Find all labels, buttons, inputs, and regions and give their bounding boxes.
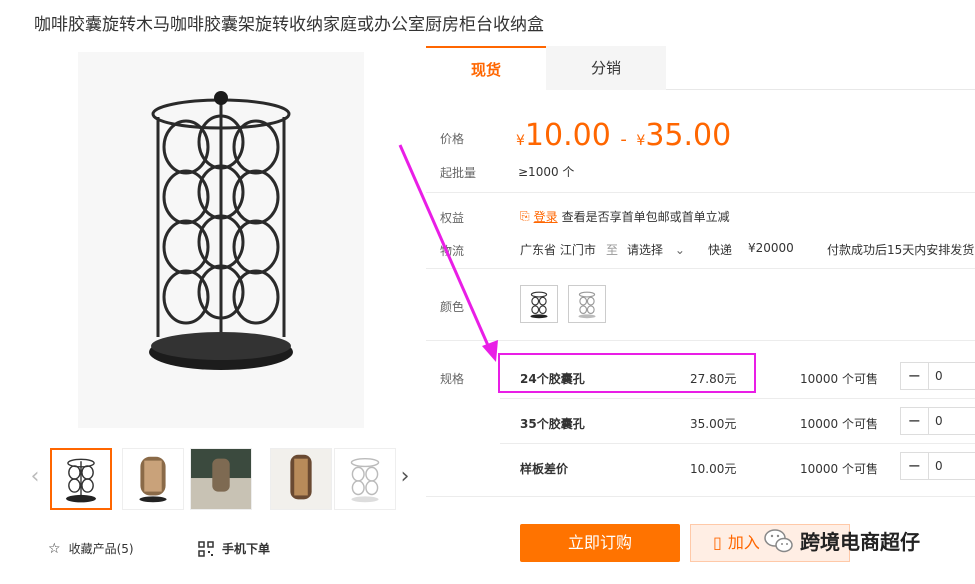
spec-row-1-stock: 10000 个可售 bbox=[800, 372, 878, 386]
thumbnail-5[interactable] bbox=[334, 448, 396, 510]
spec-row-2-price: 35.00元 bbox=[690, 417, 737, 431]
annotation-highlight-box bbox=[498, 353, 756, 393]
quantity-input[interactable]: 0 bbox=[929, 363, 975, 389]
divider bbox=[500, 398, 975, 399]
chevron-down-icon: ⌄ bbox=[674, 243, 685, 257]
watermark: 跨境电商超仔 bbox=[764, 526, 920, 555]
delivery-time: 付款成功后15天内安排发货 bbox=[827, 243, 975, 257]
coupon-icon: ⎘ bbox=[520, 209, 530, 223]
quantity-input[interactable]: 0 bbox=[929, 453, 975, 479]
ship-origin: 广东省 江门市 bbox=[520, 243, 596, 257]
minus-button[interactable]: − bbox=[901, 408, 929, 434]
mobile-order[interactable]: 手机下单 bbox=[198, 540, 270, 557]
thumbnail-2[interactable] bbox=[122, 448, 184, 510]
spec-row-3-price: 10.00元 bbox=[690, 462, 737, 476]
wechat-icon bbox=[764, 528, 793, 552]
thumb-prev-arrow[interactable]: ‹ bbox=[28, 464, 42, 490]
mobile-order-label: 手机下单 bbox=[222, 542, 271, 556]
annotation-arrow bbox=[398, 144, 498, 362]
destination-select[interactable]: 请选择 ⌄ bbox=[627, 241, 685, 258]
quantity-input[interactable]: 0 bbox=[929, 408, 975, 434]
spec-row-3-name: 样板差价 bbox=[520, 462, 569, 476]
divider bbox=[426, 496, 975, 497]
login-link[interactable]: 登录 bbox=[534, 208, 558, 225]
currency-symbol: ¥ bbox=[516, 133, 525, 149]
moq-value: ≥1000 个 bbox=[518, 165, 575, 179]
ship-fee: ¥20000 bbox=[748, 241, 794, 255]
tab-distribution[interactable]: 分销 bbox=[546, 46, 666, 90]
thumbnail-1[interactable] bbox=[50, 448, 112, 510]
offer-tabs: 现货 分销 bbox=[426, 46, 975, 91]
price-range: ¥10.00 - ¥35.00 bbox=[516, 118, 731, 153]
spec-row-2-name: 35个胶囊孔 bbox=[520, 417, 585, 431]
thumb-next-arrow[interactable]: › bbox=[398, 464, 412, 490]
tab-spot[interactable]: 现货 bbox=[426, 46, 546, 91]
rights-info: ⎘ 登录 查看是否享首单包邮或首单立减 bbox=[520, 208, 730, 225]
thumbnail-3[interactable] bbox=[190, 448, 252, 510]
favorite-product[interactable]: ☆ 收藏产品(5) bbox=[48, 540, 134, 557]
star-icon: ☆ bbox=[48, 540, 61, 557]
minus-button[interactable]: − bbox=[901, 363, 929, 389]
price-low: 10.00 bbox=[524, 118, 611, 153]
quantity-stepper[interactable]: − 0 bbox=[900, 452, 975, 480]
spec-row-3-stock: 10000 个可售 bbox=[800, 462, 878, 476]
color-swatch-black[interactable] bbox=[520, 285, 558, 323]
ship-to: 至 bbox=[606, 243, 619, 257]
price-separator: - bbox=[620, 129, 627, 150]
carousel-rack-illustration bbox=[149, 91, 293, 370]
ship-method: 快递 bbox=[708, 243, 733, 257]
thumbnail-4[interactable] bbox=[270, 448, 332, 510]
favorite-label: 收藏产品(5) bbox=[68, 542, 134, 556]
add-to-cart-label: 加入 bbox=[727, 533, 760, 552]
watermark-text: 跨境电商超仔 bbox=[800, 530, 920, 554]
price-high: 35.00 bbox=[645, 118, 732, 153]
rights-text: 查看是否享首单包邮或首单立减 bbox=[561, 210, 730, 224]
color-swatch-silver[interactable] bbox=[568, 285, 606, 323]
quantity-stepper[interactable]: − 0 bbox=[900, 362, 975, 390]
clipboard-icon: ▯ bbox=[713, 533, 722, 552]
quantity-stepper[interactable]: − 0 bbox=[900, 407, 975, 435]
product-title: 咖啡胶囊旋转木马咖啡胶囊架旋转收纳家庭或办公室厨房柜台收纳盒 bbox=[34, 15, 544, 35]
buy-now-button[interactable]: 立即订购 bbox=[520, 524, 680, 562]
destination-select-label: 请选择 bbox=[627, 243, 664, 257]
spec-label: 规格 bbox=[440, 372, 465, 386]
qr-code-icon bbox=[198, 540, 214, 557]
main-product-image[interactable] bbox=[78, 52, 364, 428]
divider bbox=[500, 443, 975, 444]
minus-button[interactable]: − bbox=[901, 453, 929, 479]
spec-row-2-stock: 10000 个可售 bbox=[800, 417, 878, 431]
currency-symbol: ¥ bbox=[636, 133, 646, 149]
